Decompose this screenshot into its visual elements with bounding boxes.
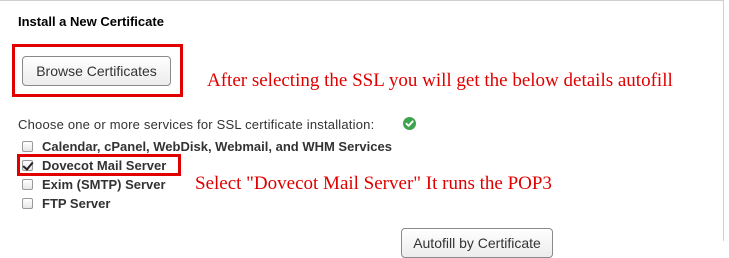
check-circle-icon [403,117,416,130]
service-label: Calendar, cPanel, WebDisk, Webmail, and … [42,138,392,154]
service-label: Exim (SMTP) Server [42,176,166,192]
service-checkbox[interactable] [22,140,33,152]
service-ftp[interactable]: FTP Server [22,195,110,211]
service-calendar-cpanel[interactable]: Calendar, cPanel, WebDisk, Webmail, and … [22,138,392,154]
browse-certificates-button[interactable]: Browse Certificates [22,56,171,86]
section-title: Install a New Certificate [18,14,164,29]
service-checkbox[interactable] [22,178,33,190]
annotation-dovecot-note: Select "Dovecot Mail Server" It runs the… [195,173,552,194]
service-label: FTP Server [42,195,111,211]
service-checkbox[interactable] [22,197,33,209]
annotation-browse-note: After selecting the SSL you will get the… [207,70,673,91]
service-exim[interactable]: Exim (SMTP) Server [22,176,166,192]
annotation-highlight-dovecot [17,154,181,176]
services-prompt: Choose one or more services for SSL cert… [18,117,375,132]
panel-border [0,0,724,3]
autofill-by-certificate-button[interactable]: Autofill by Certificate [401,228,553,258]
panel-right-border [723,0,724,241]
